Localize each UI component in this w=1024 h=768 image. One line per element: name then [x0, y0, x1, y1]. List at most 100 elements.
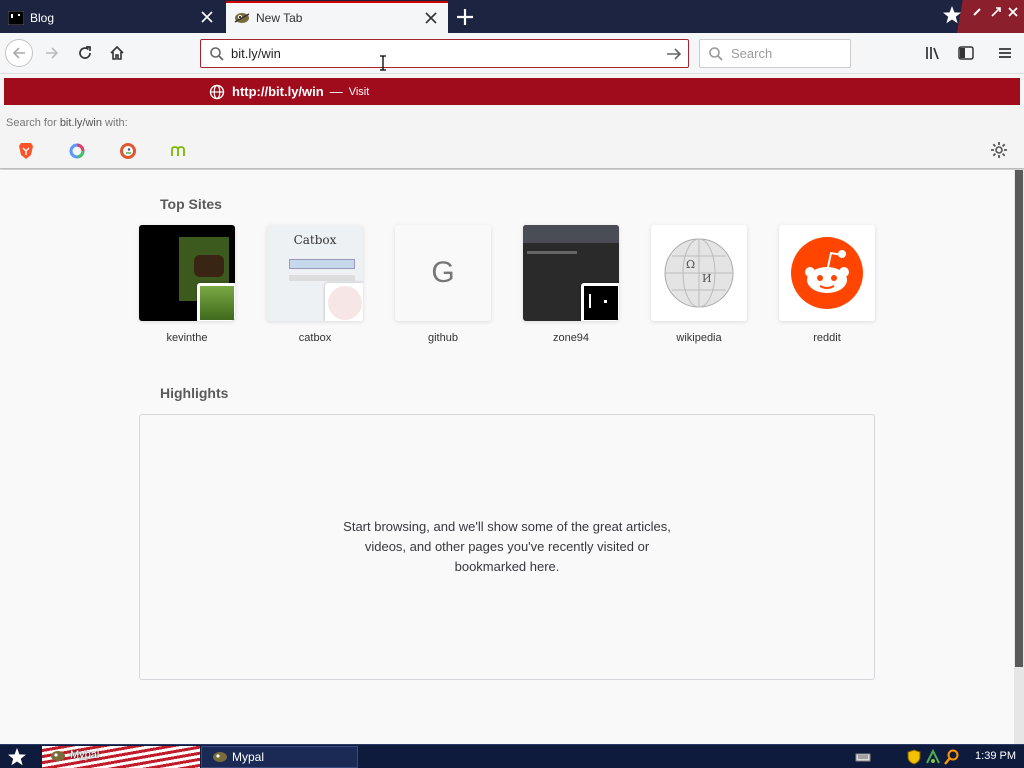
menu-button[interactable]	[991, 39, 1019, 67]
quick-launch-label: Mypal	[70, 749, 100, 761]
star-icon	[943, 6, 961, 24]
search-icon	[709, 47, 723, 61]
svg-text:И: И	[702, 272, 712, 285]
autocomplete-visit-row[interactable]: http://bit.ly/win — Visit	[4, 78, 1020, 105]
start-button[interactable]	[4, 747, 30, 767]
site-thumbnail	[523, 225, 619, 321]
separator: —	[329, 84, 343, 99]
site-thumbnail	[139, 225, 235, 321]
new-tab-plus-icon[interactable]	[454, 6, 476, 28]
top-site-label: catbox	[298, 332, 332, 344]
search-placeholder: Search	[731, 46, 773, 61]
site-thumbnail: Catbox	[267, 225, 363, 321]
site-favicon-overlay	[581, 283, 619, 321]
duckduckgo-search-engine-button[interactable]	[119, 142, 137, 160]
taskbar: Mypal Mypal 1:39 PM	[0, 744, 1024, 768]
scrollbar-thumb[interactable]	[1015, 170, 1023, 667]
svg-text:Ω: Ω	[686, 258, 695, 271]
star-icon	[8, 748, 26, 766]
blog-favicon-icon	[8, 10, 24, 25]
close-tab-icon[interactable]	[200, 10, 214, 24]
qwant-icon	[69, 143, 85, 159]
tab-new-tab[interactable]: New Tab	[226, 1, 448, 33]
forward-arrow-icon	[46, 47, 59, 59]
site-favicon-overlay	[325, 283, 363, 321]
home-icon	[110, 45, 124, 60]
tab-title: Blog	[30, 10, 55, 25]
network-icon[interactable]	[925, 749, 941, 765]
search-with-prefix: Search for	[6, 117, 60, 129]
search-icon	[210, 47, 224, 61]
back-button[interactable]	[5, 39, 33, 67]
maximize-window-icon[interactable]	[990, 6, 1002, 18]
top-site-catbox[interactable]: Catbox catbox	[267, 225, 363, 344]
mypal-favicon-icon	[234, 13, 250, 23]
site-favicon-overlay	[197, 283, 235, 321]
site-thumbnail: ΩИ	[651, 225, 747, 321]
go-arrow-icon[interactable]	[665, 45, 683, 63]
new-tab-page: Top Sites kevinthe Catbox catbox G githu…	[0, 170, 1014, 744]
home-button[interactable]	[103, 39, 131, 67]
reload-button[interactable]	[71, 39, 99, 67]
highlights-empty-message: Start browsing, and we'll show some of t…	[343, 519, 671, 574]
close-window-icon[interactable]	[1007, 6, 1019, 18]
navigation-toolbar: bit.ly/win Search	[0, 33, 1024, 74]
sidebar-icon	[958, 46, 974, 60]
top-site-github[interactable]: G github	[395, 225, 491, 344]
visit-action-label: Visit	[348, 85, 370, 98]
top-site-label: wikipedia	[676, 332, 722, 344]
back-arrow-icon	[12, 47, 25, 59]
top-site-reddit[interactable]: reddit	[779, 225, 875, 344]
highlights-empty-state: Start browsing, and we'll show some of t…	[139, 414, 875, 680]
highlights-heading: Highlights	[160, 385, 229, 401]
reload-icon	[79, 46, 91, 59]
search-bar[interactable]: Search	[699, 39, 851, 68]
top-site-label: zone94	[552, 332, 590, 344]
forward-button[interactable]	[38, 39, 66, 67]
wikipedia-globe-icon: ΩИ	[664, 238, 734, 308]
catbox-logo-text: Catbox	[293, 233, 337, 247]
site-letter-icon: G	[431, 256, 455, 289]
library-button[interactable]	[920, 39, 948, 67]
brave-icon	[19, 143, 33, 159]
sidebar-button[interactable]	[952, 39, 980, 67]
hamburger-menu-icon	[999, 48, 1011, 58]
qwant-search-engine-button[interactable]	[68, 142, 86, 160]
gear-icon[interactable]	[990, 141, 1008, 159]
close-tab-icon[interactable]	[424, 11, 438, 25]
mojeek-search-engine-button[interactable]	[170, 142, 188, 160]
minimize-window-icon[interactable]	[971, 6, 983, 18]
library-icon	[926, 47, 939, 60]
security-shield-icon[interactable]	[906, 749, 922, 765]
search-with-label: Search for bit.ly/win with:	[6, 117, 128, 129]
top-site-kevinthe[interactable]: kevinthe	[139, 225, 235, 344]
url-autocomplete-popup: http://bit.ly/win — Visit Search for bit…	[0, 75, 1024, 169]
top-site-wikipedia[interactable]: ΩИ wikipedia	[651, 225, 747, 344]
autocomplete-url: http://bit.ly/win	[232, 84, 324, 99]
quick-launch-mypal[interactable]: Mypal	[42, 746, 200, 768]
mypal-app-icon	[51, 751, 65, 761]
mypal-app-icon	[213, 752, 227, 762]
top-sites-heading: Top Sites	[160, 196, 222, 212]
globe-icon	[209, 84, 225, 99]
tab-blog[interactable]: Blog	[0, 2, 224, 33]
url-input-value[interactable]: bit.ly/win	[231, 46, 281, 61]
mojeek-icon	[171, 146, 185, 156]
system-clock[interactable]: 1:39 PM	[975, 750, 1016, 762]
tab-strip: Blog New Tab	[0, 0, 1024, 33]
tab-title: New Tab	[256, 11, 303, 25]
duckduckgo-icon	[120, 143, 136, 159]
search-with-query: bit.ly/win	[59, 117, 102, 129]
top-site-zone94[interactable]: zone94	[523, 225, 619, 344]
top-site-label: kevinthe	[166, 332, 208, 344]
taskbar-window-mypal[interactable]: Mypal	[201, 746, 358, 768]
brave-search-engine-button[interactable]	[17, 142, 35, 160]
search-tray-icon[interactable]	[944, 749, 960, 765]
keyboard-icon[interactable]	[855, 749, 871, 765]
url-match: bit.ly/win	[268, 84, 324, 99]
url-bar[interactable]: bit.ly/win	[200, 39, 689, 68]
top-site-label: reddit	[813, 332, 841, 344]
search-with-suffix: with:	[102, 117, 128, 129]
text-cursor-icon	[380, 55, 386, 71]
reddit-alien-icon	[791, 237, 863, 309]
